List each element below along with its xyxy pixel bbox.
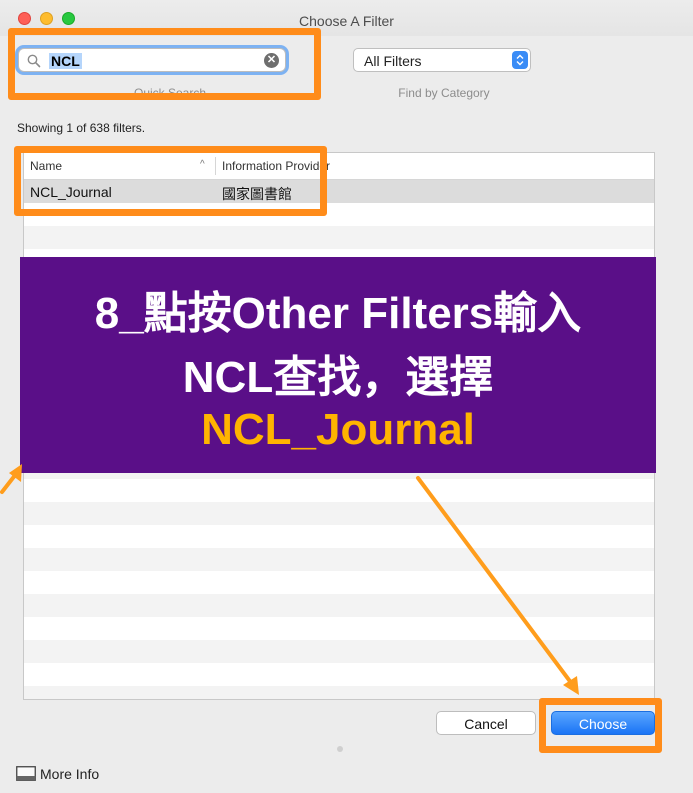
empty-row: [24, 548, 654, 571]
results-status-text: Showing 1 of 638 filters.: [17, 121, 146, 135]
cancel-button[interactable]: Cancel: [436, 711, 536, 735]
instruction-line-2: NCL查找，選擇: [182, 353, 494, 402]
resize-indicator: [337, 746, 343, 752]
empty-row: [24, 663, 654, 686]
window-title: Choose A Filter: [299, 13, 394, 29]
instruction-line-1: 8_點按Other Filters輸入: [94, 289, 582, 338]
instruction-line-3: NCL_Journal: [201, 405, 475, 454]
choose-highlight-box: [539, 698, 662, 753]
more-info-disclosure-icon[interactable]: [16, 766, 36, 781]
empty-row: [24, 571, 654, 594]
category-popup-button[interactable]: All Filters: [353, 48, 531, 72]
empty-row: [24, 617, 654, 640]
choose-filter-window: Choose A Filter NCL ✕ Quick Search All F…: [0, 0, 693, 793]
result-highlight-box: [14, 146, 327, 216]
popup-stepper-icon: [512, 51, 528, 69]
empty-row: [24, 594, 654, 617]
empty-row: [24, 502, 654, 525]
more-info-label[interactable]: More Info: [40, 766, 99, 782]
category-selected-value: All Filters: [364, 53, 422, 69]
arrow-left-icon: [0, 464, 22, 494]
find-by-category-caption: Find by Category: [398, 86, 490, 100]
instruction-banner: 8_點按Other Filters輸入 NCL查找，選擇 NCL_Journal: [20, 257, 656, 473]
empty-row: [24, 640, 654, 663]
empty-row: [24, 525, 654, 548]
empty-row: [24, 226, 654, 249]
empty-row: [24, 479, 654, 502]
search-highlight-box: [8, 28, 321, 100]
